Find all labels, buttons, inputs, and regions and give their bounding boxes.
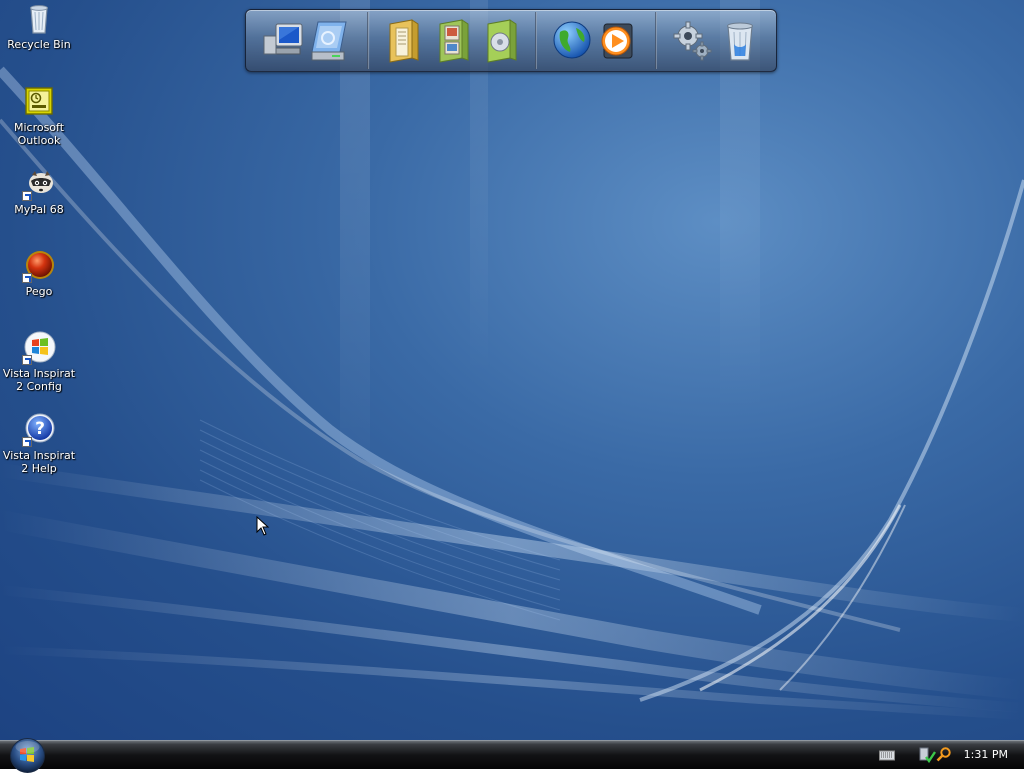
windows-orb-icon[interactable] xyxy=(9,737,46,774)
red-ball-icon xyxy=(22,249,56,283)
shortcut-arrow-icon xyxy=(22,273,32,283)
security-shield-icon[interactable] xyxy=(918,746,936,764)
recycle-bin-icon[interactable] xyxy=(718,18,762,64)
drive-icon[interactable] xyxy=(308,18,352,64)
media-player-icon[interactable] xyxy=(596,18,640,64)
dock-separator xyxy=(535,12,537,69)
recycle-bin-icon xyxy=(30,5,48,34)
shortcut-arrow-icon xyxy=(22,191,32,201)
desktop-icon-microsoft-outlook[interactable]: Microsoft Outlook xyxy=(0,85,78,147)
desktop-icon-label: Microsoft Outlook xyxy=(13,121,65,147)
desktop-icon-pego[interactable]: Pego xyxy=(0,249,78,298)
desktop-icon-label: Recycle Bin xyxy=(7,38,71,51)
desktop[interactable]: Recycle Bin Microsoft Outlook MyPal 68 P… xyxy=(0,0,1024,740)
desktop-icon-label: MyPal 68 xyxy=(14,203,64,216)
my-computer-icon[interactable] xyxy=(262,18,306,64)
dock-separator xyxy=(367,12,369,69)
internet-globe-icon[interactable] xyxy=(550,18,594,64)
keyboard-icon[interactable] xyxy=(879,749,895,761)
taskbar: 1:31 PM xyxy=(0,738,1024,773)
desktop-icon-label: Vista Inspirat 2 Config xyxy=(2,367,76,393)
desktop-icon-mypal-68[interactable]: MyPal 68 xyxy=(0,167,78,216)
control-panel-gears-icon[interactable] xyxy=(670,18,714,64)
desktop-icon-recycle-bin[interactable]: Recycle Bin xyxy=(0,2,78,51)
outlook-icon xyxy=(25,87,53,115)
search-icon[interactable] xyxy=(936,746,952,762)
svg-text:?: ? xyxy=(35,419,45,439)
system-tray: 1:31 PM xyxy=(874,741,1024,769)
raccoon-browser-icon xyxy=(22,167,56,201)
music-folder-icon[interactable] xyxy=(480,18,524,64)
wallpaper xyxy=(0,0,1024,720)
windows-logo-icon xyxy=(22,331,56,365)
desktop-icon-label: Vista Inspirat 2 Help xyxy=(2,449,76,475)
help-icon: ? xyxy=(22,413,56,447)
mouse-cursor-icon xyxy=(256,516,270,536)
shortcut-arrow-icon xyxy=(22,355,32,365)
dock-separator xyxy=(655,12,657,69)
desktop-icon-label: Pego xyxy=(25,285,53,298)
pictures-folder-icon[interactable] xyxy=(432,18,476,64)
shortcut-arrow-icon xyxy=(22,437,32,447)
taskbar-clock[interactable]: 1:31 PM xyxy=(964,748,1008,761)
desktop-icon-vista-inspirat-help[interactable]: ? Vista Inspirat 2 Help xyxy=(0,413,78,475)
dock xyxy=(245,9,777,72)
desktop-icon-vista-inspirat-config[interactable]: Vista Inspirat 2 Config xyxy=(0,331,78,393)
documents-folder-icon[interactable] xyxy=(382,18,426,64)
